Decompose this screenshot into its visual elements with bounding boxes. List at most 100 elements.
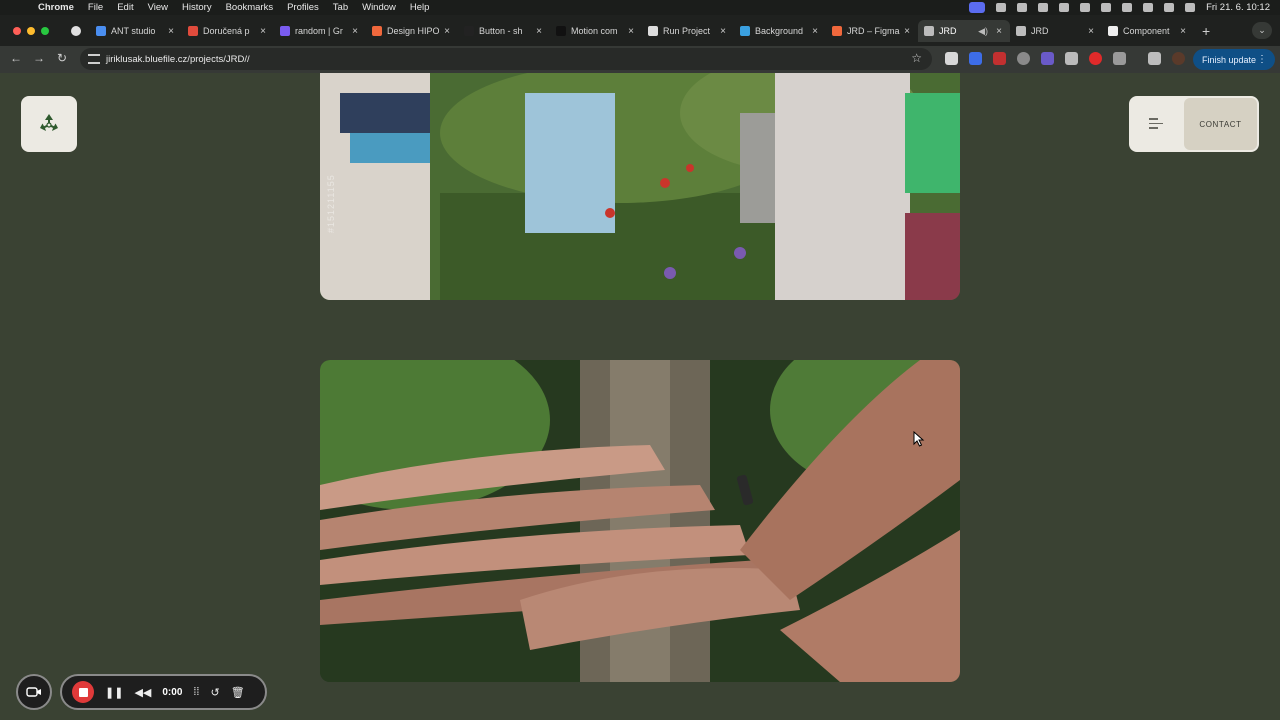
tab-item-active[interactable]: JRD ◀) × xyxy=(918,20,1010,42)
extension-icon[interactable] xyxy=(993,52,1006,65)
profile-avatar[interactable] xyxy=(1172,52,1185,65)
contact-button[interactable]: CONTACT xyxy=(1184,98,1257,150)
close-icon[interactable]: × xyxy=(902,26,912,37)
address-bar[interactable]: jiriklusak.bluefile.cz/projects/JRD// ☆ xyxy=(80,48,932,70)
close-icon[interactable]: × xyxy=(258,26,268,37)
site-settings-icon[interactable] xyxy=(88,54,100,64)
font-extension-icon[interactable] xyxy=(1065,52,1078,65)
new-tab-button[interactable]: + xyxy=(1202,20,1210,42)
close-icon[interactable]: × xyxy=(1086,26,1096,37)
back-icon[interactable]: ← xyxy=(10,51,22,65)
tab-label: random | Gr xyxy=(295,26,343,36)
search-icon[interactable] xyxy=(1143,3,1154,12)
extension-icon[interactable] xyxy=(1041,52,1054,65)
tab-favicon-icon xyxy=(96,26,106,36)
tab-favicon-icon xyxy=(372,26,382,36)
tab-item[interactable]: Background × xyxy=(734,20,826,42)
tab-item[interactable]: JRD × xyxy=(1010,20,1102,42)
stock-watermark: #151211155 xyxy=(326,174,336,233)
extensions-puzzle-icon[interactable] xyxy=(1113,52,1126,65)
control-center-icon[interactable] xyxy=(1164,3,1175,12)
tab-favicon-icon xyxy=(648,26,658,36)
close-icon[interactable]: × xyxy=(534,26,544,37)
reload-icon[interactable]: ↻ xyxy=(57,51,67,65)
tab-item[interactable]: Doručená p × xyxy=(182,20,274,42)
tab-item[interactable]: Run Project × xyxy=(642,20,734,42)
tab-favicon-icon xyxy=(556,26,566,36)
minimize-window-button[interactable] xyxy=(27,27,35,35)
stop-recording-button[interactable] xyxy=(72,681,94,703)
status-app-icon[interactable] xyxy=(1059,3,1070,12)
tab-search-button[interactable]: ⌄ xyxy=(1252,22,1272,39)
status-app-icon[interactable] xyxy=(1101,3,1112,12)
bitwarden-extension-icon[interactable] xyxy=(969,52,982,65)
status-app-icon[interactable] xyxy=(996,3,1007,12)
close-icon[interactable]: × xyxy=(626,26,636,37)
tab-pinned[interactable] xyxy=(64,20,90,42)
tab-item[interactable]: JRD – Figma × xyxy=(826,20,918,42)
hands-on-tree-image xyxy=(320,360,960,682)
close-icon[interactable]: × xyxy=(350,26,360,37)
siri-icon[interactable] xyxy=(1185,3,1196,12)
forward-icon[interactable]: → xyxy=(33,51,45,65)
status-app-icon[interactable] xyxy=(1017,3,1028,12)
trash-icon[interactable]: 🗑 xyxy=(231,686,245,699)
status-area: Fri 21. 6. 10:12 xyxy=(969,0,1270,15)
tab-label: Motion com xyxy=(571,26,618,36)
speaker-icon[interactable]: ◀) xyxy=(978,26,988,37)
tab-favicon-icon xyxy=(1108,26,1118,36)
close-icon[interactable]: × xyxy=(718,26,728,37)
status-app-icon[interactable] xyxy=(1080,3,1091,12)
grid-icon[interactable]: ⁞⁞ xyxy=(193,686,199,698)
tab-item[interactable]: Motion com × xyxy=(550,20,642,42)
close-window-button[interactable] xyxy=(13,27,21,35)
zoom-window-button[interactable] xyxy=(41,27,49,35)
tab-item[interactable]: Component × xyxy=(1102,20,1194,42)
extension-icon[interactable] xyxy=(1089,52,1102,65)
download-icon[interactable] xyxy=(1148,52,1161,65)
tab-item[interactable]: Button - sh × xyxy=(458,20,550,42)
menu-edit[interactable]: Edit xyxy=(117,2,133,13)
extension-icon[interactable] xyxy=(1017,52,1030,65)
menu-window[interactable]: Window xyxy=(362,2,396,13)
pause-icon[interactable]: ❚❚ xyxy=(105,686,123,699)
wifi-icon[interactable] xyxy=(1122,3,1133,12)
macos-menu-bar: Chrome File Edit View History Bookmarks … xyxy=(0,0,1280,15)
menu-view[interactable]: View xyxy=(148,2,168,13)
restart-icon[interactable]: ↺ xyxy=(211,686,220,699)
menu-icon[interactable] xyxy=(1149,118,1163,130)
menubar-clock[interactable]: Fri 21. 6. 10:12 xyxy=(1206,2,1270,13)
close-icon[interactable]: × xyxy=(1178,26,1188,37)
status-app-icon[interactable] xyxy=(1038,3,1049,12)
tab-label: ANT studio xyxy=(111,26,156,36)
tab-item[interactable]: Design HIPO × xyxy=(366,20,458,42)
tab-label: JRD xyxy=(1031,26,1049,36)
menu-profiles[interactable]: Profiles xyxy=(287,2,319,13)
tab-label: Button - sh xyxy=(479,26,523,36)
menu-file[interactable]: File xyxy=(88,2,103,13)
menu-bookmarks[interactable]: Bookmarks xyxy=(226,2,274,13)
tab-item[interactable]: random | Gr × xyxy=(274,20,366,42)
finish-update-button[interactable]: Finish update ⋮ xyxy=(1193,49,1275,70)
home-logo-button[interactable] xyxy=(21,96,77,152)
menu-history[interactable]: History xyxy=(182,2,212,13)
screen-record-icon[interactable] xyxy=(969,2,986,13)
close-icon[interactable]: × xyxy=(994,26,1004,37)
tab-item[interactable]: ANT studio × xyxy=(90,20,182,42)
bookmark-star-icon[interactable]: ☆ xyxy=(911,51,922,65)
close-icon[interactable]: × xyxy=(166,26,176,37)
url-text[interactable]: jiriklusak.bluefile.cz/projects/JRD// xyxy=(106,54,250,65)
menu-app-name[interactable]: Chrome xyxy=(38,2,74,13)
rewind-icon[interactable]: ◀◀ xyxy=(134,686,151,699)
close-icon[interactable]: × xyxy=(810,26,820,37)
menu-tab[interactable]: Tab xyxy=(333,2,348,13)
close-icon[interactable]: × xyxy=(442,26,452,37)
tab-label: Component xyxy=(1123,26,1170,36)
camera-toggle-button[interactable] xyxy=(16,674,52,710)
tab-label: JRD xyxy=(939,26,957,36)
recording-controls: ❚❚ ◀◀ 0:00 ⁞⁞ ↺ 🗑 xyxy=(60,674,267,710)
tab-favicon-icon xyxy=(280,26,290,36)
finish-update-label: Finish update xyxy=(1202,54,1257,65)
eyedropper-extension-icon[interactable] xyxy=(945,52,958,65)
menu-help[interactable]: Help xyxy=(410,2,430,13)
